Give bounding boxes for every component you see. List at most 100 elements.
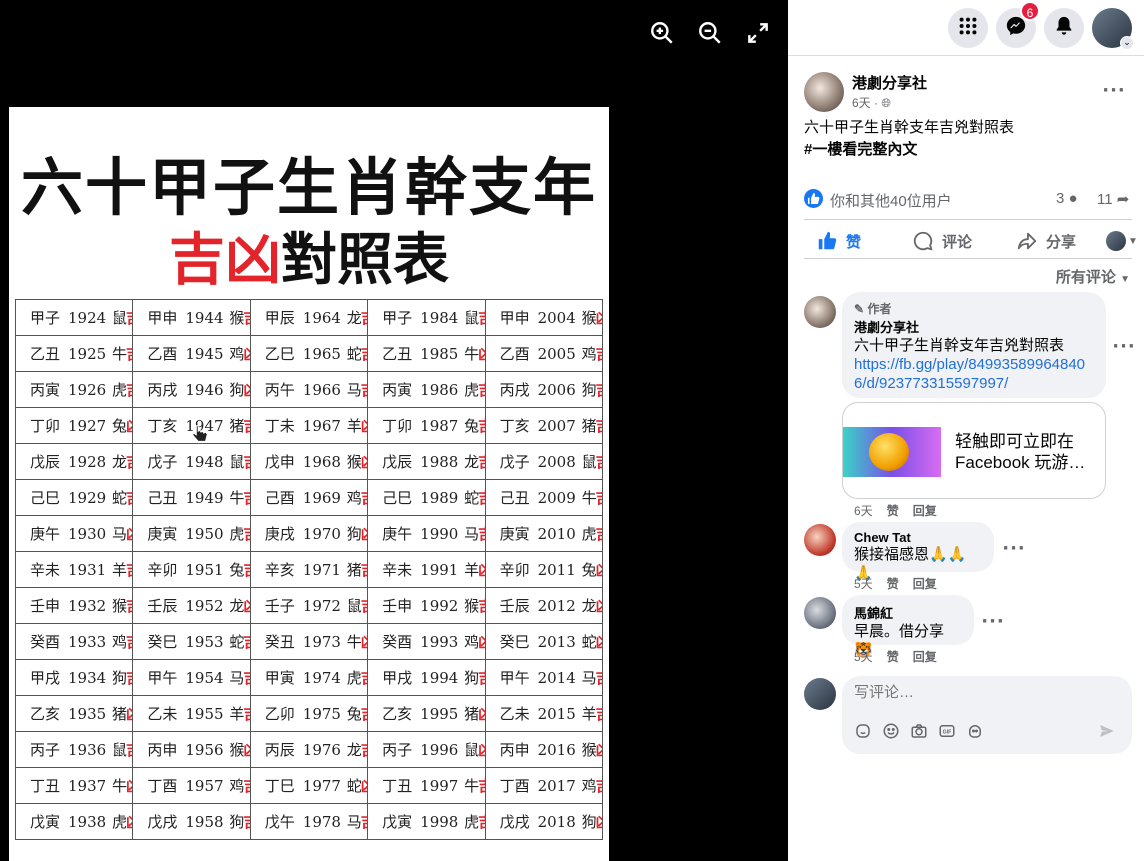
year: 1927 [68, 417, 107, 435]
comment-author[interactable]: 馬錦紅 [854, 603, 962, 622]
comment-more-button[interactable]: ··· [1112, 336, 1136, 357]
comment-time[interactable]: 6天 [854, 504, 873, 518]
react-as-selector[interactable]: ▼ [1106, 224, 1138, 258]
avatar-sticker-icon[interactable] [966, 722, 984, 740]
comment-like-button[interactable]: 赞 [887, 650, 899, 664]
comment-author[interactable]: 港劇分享社 [854, 317, 1094, 336]
reaction-summary[interactable]: 你和其他40位用户 [830, 190, 952, 211]
fortune: 吉 [596, 487, 602, 508]
table-cell: 丁卯 1987 兔吉 [367, 407, 486, 444]
animal: 鸡 [464, 633, 480, 651]
fortune: 吉 [243, 667, 249, 688]
notifications-button[interactable] [1044, 8, 1084, 48]
post-more-button[interactable]: ··· [1102, 80, 1126, 101]
comment-more-button[interactable]: ··· [1002, 538, 1026, 559]
animal: 鸡 [112, 633, 128, 651]
year: 1956 [185, 741, 224, 759]
camera-icon[interactable] [910, 722, 928, 740]
avatar[interactable] [804, 524, 836, 556]
table-cell: 己巳 1929 蛇吉 [14, 479, 134, 516]
ganzhi: 甲申 [499, 309, 530, 327]
ganzhi: 乙酉 [499, 345, 530, 363]
year: 1933 [68, 633, 107, 651]
comment-input[interactable] [854, 684, 1114, 701]
ganzhi: 丁酉 [147, 777, 178, 795]
animal: 鼠 [464, 741, 480, 759]
table-cell: 癸巳 1953 蛇吉 [132, 623, 251, 660]
menu-button[interactable] [948, 8, 988, 48]
ganzhi: 甲辰 [264, 309, 295, 327]
gif-icon[interactable]: GIF [938, 722, 956, 740]
avatar[interactable] [804, 296, 836, 328]
comment-reply-button[interactable]: 回复 [913, 504, 937, 518]
comment-time[interactable]: 5天 [854, 577, 873, 591]
table-cell: 丁未 1967 羊凶 [249, 407, 369, 444]
comment-sort[interactable]: 所有评论 ▼ [1056, 266, 1130, 287]
ganzhi: 辛卯 [147, 561, 178, 579]
animal: 牛 [112, 777, 128, 795]
comment-more-button[interactable]: ··· [981, 611, 1005, 632]
year: 1975 [302, 705, 341, 723]
comment-time[interactable]: 5天 [854, 650, 873, 664]
fortune: 吉 [478, 523, 484, 544]
table-cell: 丙子 1996 鼠凶 [367, 731, 486, 768]
zoom-out-icon[interactable] [697, 20, 723, 46]
table-cell: 壬子 1972 鼠吉 [249, 587, 369, 624]
share-label: 分享 [1046, 233, 1077, 251]
animal: 蛇 [229, 633, 245, 651]
post-hashtag[interactable]: #一樓看完整內文 [804, 138, 917, 159]
ganzhi: 丁丑 [30, 777, 61, 795]
post-author[interactable]: 港劇分享社 [852, 72, 927, 93]
like-button[interactable]: 赞 [816, 224, 861, 258]
svg-text:GIF: GIF [943, 729, 953, 735]
animal: 马 [229, 669, 245, 687]
animal: 鸡 [229, 345, 245, 363]
comment-like-button[interactable]: 赞 [887, 504, 899, 518]
year: 2011 [537, 561, 576, 579]
comment-button[interactable]: 评论 [912, 224, 972, 258]
page-avatar[interactable] [804, 72, 844, 112]
zoom-in-icon[interactable] [649, 20, 675, 46]
account-avatar[interactable]: ⌄ [1092, 8, 1134, 50]
animal: 猪 [346, 561, 362, 579]
comment-icon [913, 231, 933, 251]
fortune: 吉 [478, 775, 484, 796]
share-count[interactable]: 11 ➦ [1097, 190, 1129, 208]
table-row: 辛未1931羊吉辛卯1951兔吉辛亥1971猪吉辛未1991羊凶辛卯2011兔凶 [14, 551, 604, 588]
table-cell: 己丑 2009 牛吉 [484, 479, 604, 516]
send-icon[interactable] [1098, 722, 1116, 740]
animal: 虎 [229, 525, 245, 543]
comment-author[interactable]: Chew Tat [854, 530, 982, 545]
comment-like-button[interactable]: 赞 [887, 577, 899, 591]
author-badge: ✎ 作者 [854, 300, 1094, 317]
ganzhi: 辛未 [382, 561, 413, 579]
post-time[interactable]: 6天 · 🌐︎ [852, 94, 891, 111]
comment-link[interactable]: https://fb.gg/play/849935899648406/d/923… [854, 355, 1094, 393]
comment-reply-button[interactable]: 回复 [913, 577, 937, 591]
game-link-card[interactable]: 轻触即可立即在 Facebook 玩游… [842, 402, 1106, 499]
animal: 狗 [346, 525, 362, 543]
fortune: 吉 [361, 595, 367, 616]
comment-meta: 5天赞回复 [854, 648, 951, 665]
post-photo[interactable]: 六十甲子生肖幹支年 吉凶對照表 甲子1924鼠吉甲申1944猴吉甲辰1964龙吉… [9, 107, 609, 861]
avatar[interactable] [804, 597, 836, 629]
animal: 鸡 [229, 777, 245, 795]
animal: 猴 [229, 309, 245, 327]
year: 1978 [302, 813, 341, 831]
share-count-value: 11 [1097, 191, 1113, 208]
ganzhi: 戊辰 [382, 453, 413, 471]
fullscreen-icon[interactable] [745, 20, 771, 46]
year: 1971 [302, 561, 341, 579]
year: 1934 [68, 669, 107, 687]
emoji-icon[interactable] [882, 722, 900, 740]
share-button[interactable]: 分享 [1016, 224, 1076, 258]
table-cell: 庚午 1990 马吉 [367, 515, 486, 552]
animal: 羊 [581, 705, 597, 723]
comment-reply-button[interactable]: 回复 [913, 650, 937, 664]
fortune: 凶 [596, 631, 602, 652]
ganzhi: 辛卯 [499, 561, 530, 579]
comment-count[interactable]: 3 ● [1056, 190, 1078, 207]
sticker-icon[interactable] [854, 722, 872, 740]
animal: 猪 [229, 417, 245, 435]
animal: 蛇 [346, 777, 362, 795]
